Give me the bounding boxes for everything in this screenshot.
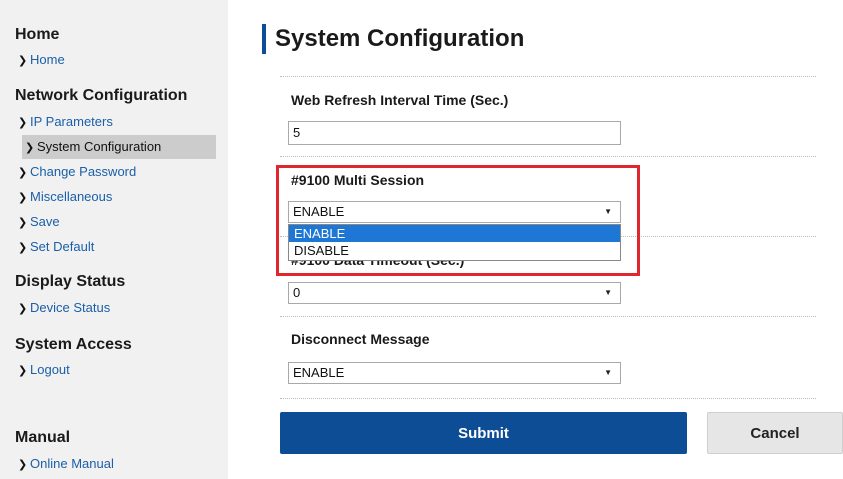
chevron-right-icon: ❯	[25, 142, 35, 154]
chevron-right-icon: ❯	[18, 55, 28, 67]
dropdown-arrow-icon: ▼	[604, 207, 612, 216]
sidebar-item-system-configuration[interactable]: ❯ System Configuration	[22, 135, 216, 159]
chevron-right-icon: ❯	[18, 365, 28, 377]
chevron-right-icon: ❯	[18, 192, 28, 204]
chevron-right-icon: ❯	[18, 117, 28, 129]
sidebar-item-label: Miscellaneous	[30, 189, 113, 204]
sidebar-section-home: Home	[15, 26, 60, 43]
chevron-right-icon: ❯	[18, 242, 28, 254]
sidebar-item-label: System Configuration	[37, 139, 162, 154]
data-timeout-select[interactable]: 0 ▼	[288, 282, 621, 304]
disconnect-message-select[interactable]: ENABLE ▼	[288, 362, 621, 384]
page-title: System Configuration	[275, 25, 525, 52]
disconnect-message-label: Disconnect Message	[291, 331, 430, 347]
sidebar-item-label: Logout	[30, 362, 70, 377]
sidebar: Home ❯ Home Network Configuration ❯ IP Par…	[0, 0, 228, 479]
chevron-right-icon: ❯	[18, 167, 28, 179]
web-refresh-label: Web Refresh Interval Time (Sec.)	[291, 92, 509, 108]
multi-session-dropdown-list: ENABLE DISABLE	[288, 224, 621, 261]
sidebar-item-device-status[interactable]: ❯ Device Status	[16, 296, 216, 320]
sidebar-item-home[interactable]: ❯ Home	[16, 48, 216, 72]
sidebar-item-label: Device Status	[30, 300, 111, 315]
sidebar-item-label: Save	[30, 214, 60, 229]
dropdown-option-disable[interactable]: DISABLE	[289, 242, 620, 259]
sidebar-item-save[interactable]: ❯ Save	[16, 210, 216, 234]
sidebar-item-online-manual[interactable]: ❯ Online Manual	[16, 452, 216, 476]
sidebar-item-logout[interactable]: ❯ Logout	[16, 358, 216, 382]
submit-button[interactable]: Submit	[280, 412, 687, 454]
sidebar-section-display-status: Display Status	[15, 273, 126, 290]
sidebar-item-label: Online Manual	[30, 456, 114, 471]
cancel-button[interactable]: Cancel	[707, 412, 843, 454]
sidebar-item-set-default[interactable]: ❯ Set Default	[16, 235, 216, 259]
sidebar-section-system-access: System Access	[15, 336, 132, 353]
dropdown-arrow-icon: ▼	[604, 288, 612, 297]
chevron-right-icon: ❯	[18, 459, 28, 471]
divider	[280, 76, 816, 77]
sidebar-item-label: Home	[30, 52, 65, 67]
chevron-right-icon: ❯	[18, 303, 28, 315]
dropdown-arrow-icon: ▼	[604, 368, 612, 377]
page-title-accent-bar	[262, 24, 266, 54]
divider	[280, 156, 816, 157]
sidebar-item-miscellaneous[interactable]: ❯ Miscellaneous	[16, 185, 216, 209]
web-refresh-input[interactable]: 5	[288, 121, 621, 145]
multi-session-label: #9100 Multi Session	[291, 172, 425, 188]
dropdown-option-enable[interactable]: ENABLE	[289, 225, 620, 242]
data-timeout-value: 0	[293, 285, 301, 300]
disconnect-message-value: ENABLE	[293, 365, 345, 380]
sidebar-item-ip-parameters[interactable]: ❯ IP Parameters	[16, 110, 216, 134]
divider	[280, 398, 816, 399]
sidebar-item-label: Change Password	[30, 164, 137, 179]
sidebar-item-label: Set Default	[30, 239, 95, 254]
sidebar-item-label: IP Parameters	[30, 114, 113, 129]
divider	[280, 316, 816, 317]
chevron-right-icon: ❯	[18, 217, 28, 229]
sidebar-section-manual: Manual	[15, 429, 71, 446]
multi-session-value: ENABLE	[293, 204, 345, 219]
multi-session-select[interactable]: ENABLE ▼	[288, 201, 621, 223]
sidebar-item-change-password[interactable]: ❯ Change Password	[16, 160, 216, 184]
sidebar-section-network: Network Configuration	[15, 87, 188, 104]
